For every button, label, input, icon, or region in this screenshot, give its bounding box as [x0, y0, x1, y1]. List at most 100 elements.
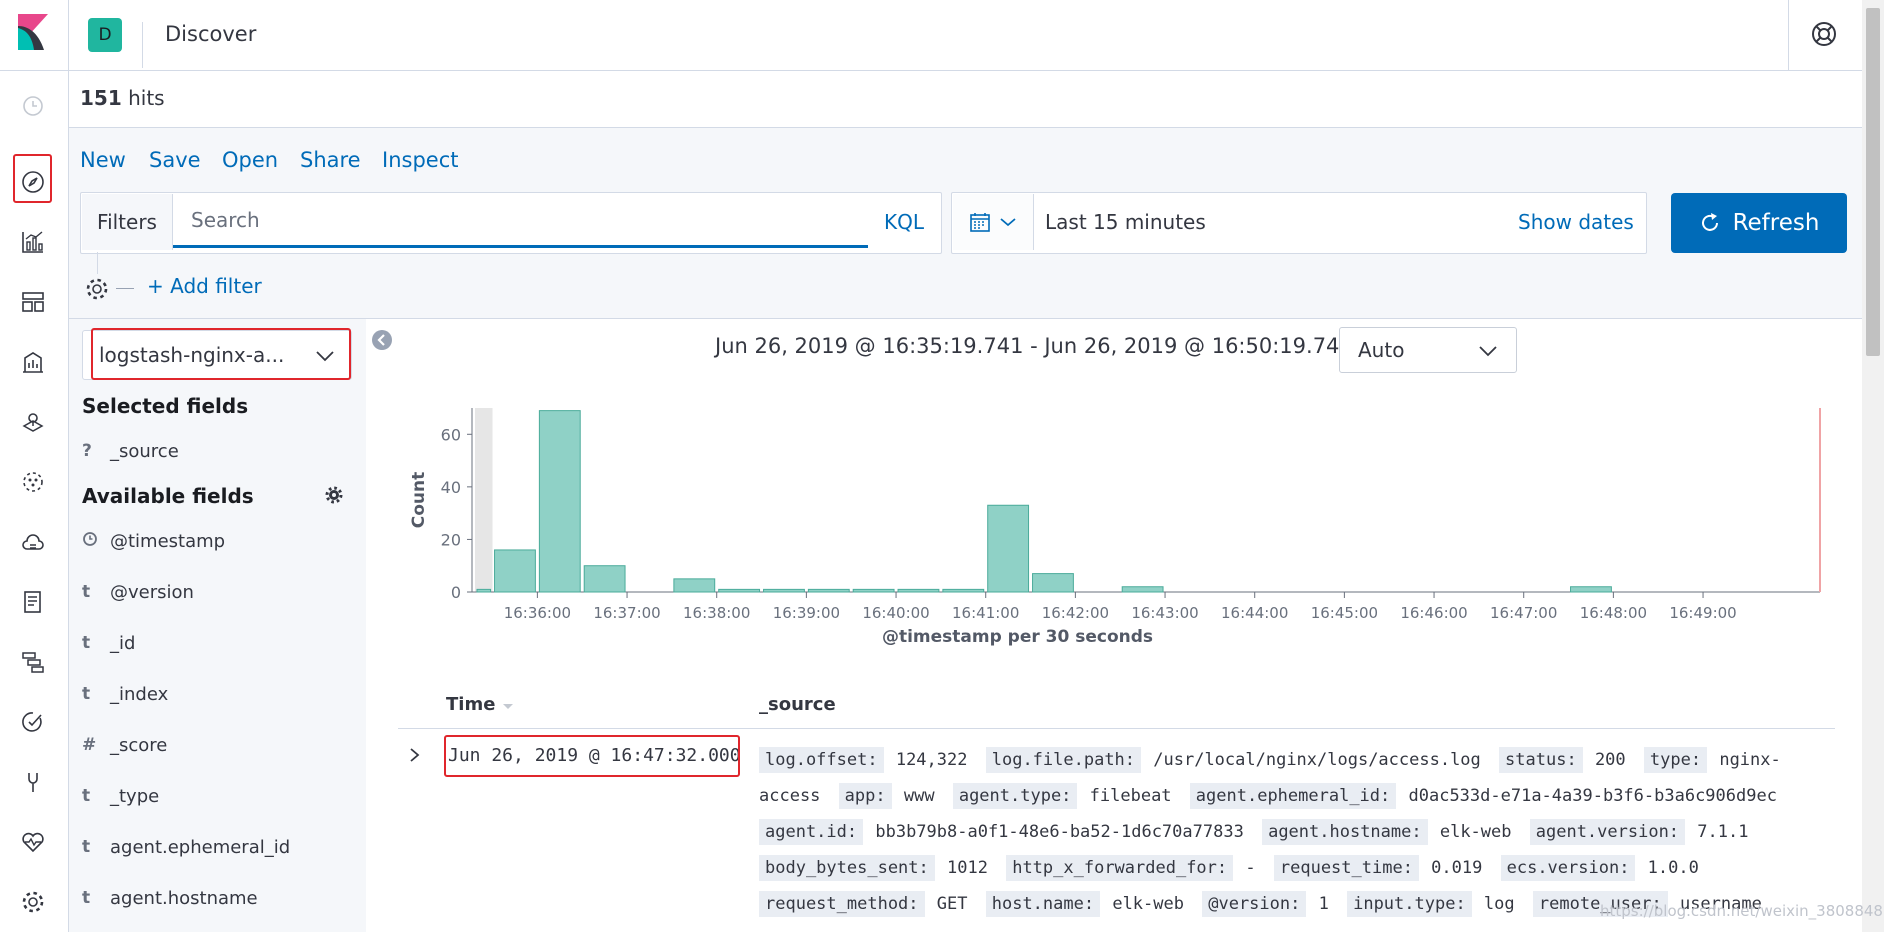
inspect-link[interactable]: Inspect	[382, 148, 458, 172]
refresh-label: Refresh	[1732, 210, 1820, 236]
source-field-key: ecs.version:	[1500, 855, 1636, 881]
collapse-sidebar-icon[interactable]	[371, 329, 393, 351]
field-item[interactable]: # _score	[82, 730, 352, 760]
refresh-button[interactable]: Refresh	[1671, 193, 1847, 253]
field-name: agent.ephemeral_id	[110, 836, 291, 858]
histogram-bar	[494, 549, 536, 593]
search-input[interactable]	[173, 194, 868, 248]
hits-count: 151 hits	[80, 86, 165, 110]
source-field-key: status:	[1499, 747, 1583, 773]
time-column-header[interactable]: Time	[446, 694, 514, 715]
histogram-chart[interactable]: 0 20 40 60 16:36:00 16:37:00 16:38:00 16:39:00 1…	[400, 390, 1840, 660]
field-item[interactable]: t @version	[82, 577, 352, 607]
dev-tools-icon[interactable]	[18, 767, 48, 797]
x-tick-label: 16:46:00	[1400, 604, 1467, 622]
monitoring-icon[interactable]	[18, 827, 48, 857]
field-type-icon: ?	[82, 441, 92, 461]
field-name: _type	[110, 785, 160, 807]
page-title: Discover	[165, 22, 257, 46]
y-tick-label: 40	[441, 478, 461, 497]
time-range-label[interactable]: Last 15 minutes	[1045, 210, 1206, 234]
kibana-logo-icon[interactable]	[18, 14, 48, 50]
open-link[interactable]: Open	[222, 148, 278, 172]
kql-language-button[interactable]: KQL	[884, 210, 924, 234]
field-item[interactable]: ? _source	[82, 436, 352, 466]
management-gear-icon[interactable]	[18, 887, 48, 917]
x-tick-label: 16:42:00	[1042, 604, 1109, 622]
y-axis-title: Count	[409, 472, 429, 529]
source-field-value: log	[1473, 894, 1515, 914]
x-tick-label: 16:44:00	[1221, 604, 1288, 622]
histogram-bar	[852, 588, 895, 593]
infrastructure-icon[interactable]	[18, 527, 48, 557]
source-field-value: elk-web	[1102, 894, 1184, 914]
field-item[interactable]: t agent.ephemeral_id	[82, 832, 352, 862]
x-tick-label: 16:43:00	[1131, 604, 1198, 622]
field-type-icon: #	[82, 735, 97, 755]
field-name: _score	[110, 734, 168, 756]
quick-menu-button[interactable]	[953, 194, 1034, 250]
histogram-bar	[807, 588, 850, 593]
refresh-icon	[1701, 213, 1718, 231]
y-tick-label: 60	[441, 425, 461, 444]
watermark-text: https://blog.csdn.net/weixin_38088486	[1600, 902, 1884, 920]
field-item[interactable]: @timestamp	[82, 526, 352, 556]
histogram-bar	[718, 588, 761, 593]
source-field-key: body_bytes_sent:	[759, 855, 935, 881]
sort-down-icon[interactable]	[502, 702, 514, 710]
histogram-bar	[942, 588, 985, 593]
field-item[interactable]: t _type	[82, 781, 352, 811]
interval-select[interactable]: Auto	[1339, 327, 1517, 373]
help-icon[interactable]	[1810, 20, 1838, 48]
field-item[interactable]: t _index	[82, 679, 352, 709]
selected-fields-title: Selected fields	[82, 394, 249, 418]
source-field-value: /usr/local/nginx/logs/access.log	[1143, 750, 1481, 770]
new-link[interactable]: New	[80, 148, 126, 172]
highlight-box	[444, 735, 740, 777]
chevron-down-icon	[1479, 346, 1497, 357]
uptime-icon[interactable]	[18, 707, 48, 737]
show-dates-link[interactable]: Show dates	[1518, 210, 1634, 234]
source-column-header: _source	[759, 694, 836, 715]
apm-icon[interactable]	[18, 647, 48, 677]
space-avatar[interactable]: D	[88, 18, 122, 52]
expand-row-chevron-icon[interactable]	[407, 744, 423, 766]
source-field-value: 0.019	[1420, 858, 1483, 878]
filters-label: Filters	[82, 194, 173, 250]
field-type-icon: t	[82, 684, 91, 704]
highlight-box	[13, 154, 52, 203]
chevron-down-icon	[1000, 218, 1016, 227]
y-tick-label: 0	[451, 583, 461, 602]
source-field-value: 124,322	[885, 750, 968, 770]
source-field-key: agent.ephemeral_id:	[1189, 783, 1397, 809]
save-link[interactable]: Save	[149, 148, 201, 172]
x-tick-label: 16:47:00	[1490, 604, 1557, 622]
highlight-box	[91, 328, 351, 380]
field-item[interactable]: t _id	[82, 628, 352, 658]
x-tick-label: 16:49:00	[1669, 604, 1736, 622]
logs-icon[interactable]	[18, 587, 48, 617]
x-tick-label: 16:45:00	[1311, 604, 1378, 622]
filter-settings-gear-icon[interactable]	[84, 276, 110, 302]
source-field-key: host.name:	[985, 891, 1101, 917]
field-name: @timestamp	[110, 530, 226, 552]
maps-icon[interactable]	[18, 407, 48, 437]
canvas-icon[interactable]	[18, 347, 48, 377]
share-link[interactable]: Share	[300, 148, 361, 172]
add-filter-button[interactable]: + Add filter	[147, 274, 262, 298]
recently-viewed-icon[interactable]	[18, 91, 48, 121]
field-type-icon: t	[82, 837, 91, 857]
scrollbar-thumb[interactable]	[1866, 8, 1880, 356]
field-settings-gear-icon[interactable]	[324, 485, 344, 505]
field-item[interactable]: t agent.hostname	[82, 883, 352, 913]
histogram-bar	[987, 504, 1030, 593]
visualize-icon[interactable]	[18, 227, 48, 257]
dashboard-icon[interactable]	[18, 287, 48, 317]
machine-learning-icon[interactable]	[18, 467, 48, 497]
row-source-cell: log.offset: 124,322 log.file.path: /usr/…	[759, 742, 1819, 922]
source-field-value: -	[1235, 858, 1256, 878]
source-field-value: bb3b79b8-a0f1-48e6-ba52-1d6c70a77833	[865, 822, 1244, 842]
partial-bucket-shade	[475, 408, 493, 592]
histogram-bar	[538, 410, 581, 593]
source-field-key: agent.type:	[952, 783, 1078, 809]
